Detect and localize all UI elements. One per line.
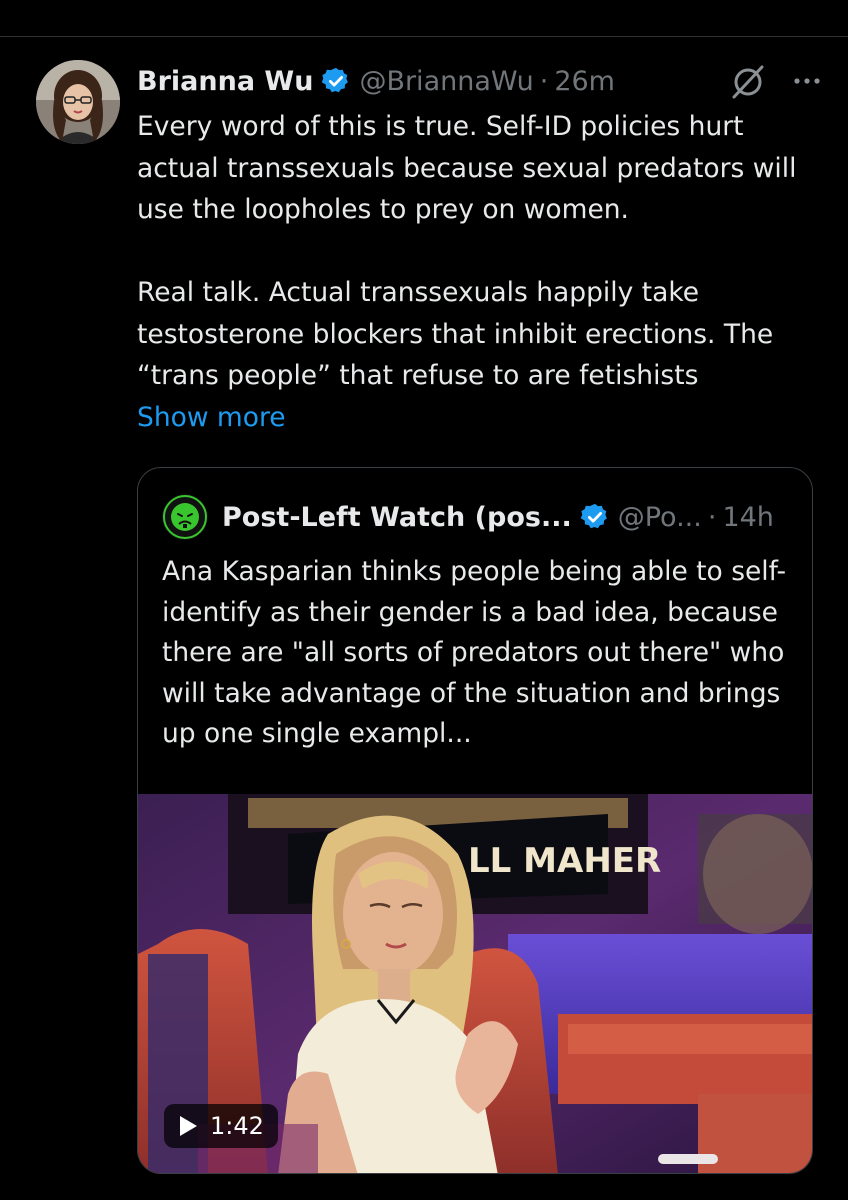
verified-badge-icon xyxy=(580,503,607,529)
separator-dot: · xyxy=(539,65,549,97)
video-duration: 1:42 xyxy=(210,1112,264,1140)
quoted-author-name[interactable]: Post-Left Watch (pos... xyxy=(222,502,572,533)
quoted-video-thumbnail[interactable]: LL MAHER 1:42 xyxy=(138,794,812,1173)
author-avatar-image xyxy=(36,60,120,144)
post-body: Every word of this is true. Self-ID poli… xyxy=(137,106,827,438)
grok-icon[interactable] xyxy=(728,61,768,101)
quoted-author-avatar[interactable] xyxy=(162,494,208,540)
post-header: Brianna Wu @BriannaWu · 26m xyxy=(137,60,824,102)
post-divider xyxy=(0,36,848,37)
post-timestamp[interactable]: 26m xyxy=(554,66,615,97)
more-icon[interactable] xyxy=(790,64,824,98)
play-icon xyxy=(180,1116,197,1136)
quoted-author-handle[interactable]: @Po... xyxy=(618,502,702,533)
separator-dot: · xyxy=(707,501,717,533)
video-sign-text: LL MAHER xyxy=(468,841,661,881)
verified-badge-icon xyxy=(322,67,349,93)
author-name[interactable]: Brianna Wu xyxy=(137,66,313,97)
quoted-post[interactable]: Post-Left Watch (pos... @Po... · 14h Ana… xyxy=(137,467,813,1174)
quoted-post-header: Post-Left Watch (pos... @Po... · 14h xyxy=(162,494,792,540)
post-paragraph-2: Real talk. Actual transsexuals happily t… xyxy=(137,277,774,391)
video-duration-badge: 1:42 xyxy=(164,1104,278,1148)
post-paragraph-1: Every word of this is true. Self-ID poli… xyxy=(137,111,797,225)
quoted-post-timestamp[interactable]: 14h xyxy=(722,502,773,533)
author-avatar[interactable] xyxy=(36,60,120,144)
author-handle[interactable]: @BriannaWu xyxy=(359,66,533,97)
quoted-post-body: Ana Kasparian thinks people being able t… xyxy=(162,556,787,749)
show-more-link[interactable]: Show more xyxy=(137,402,286,433)
previous-post-remnant xyxy=(0,0,848,22)
